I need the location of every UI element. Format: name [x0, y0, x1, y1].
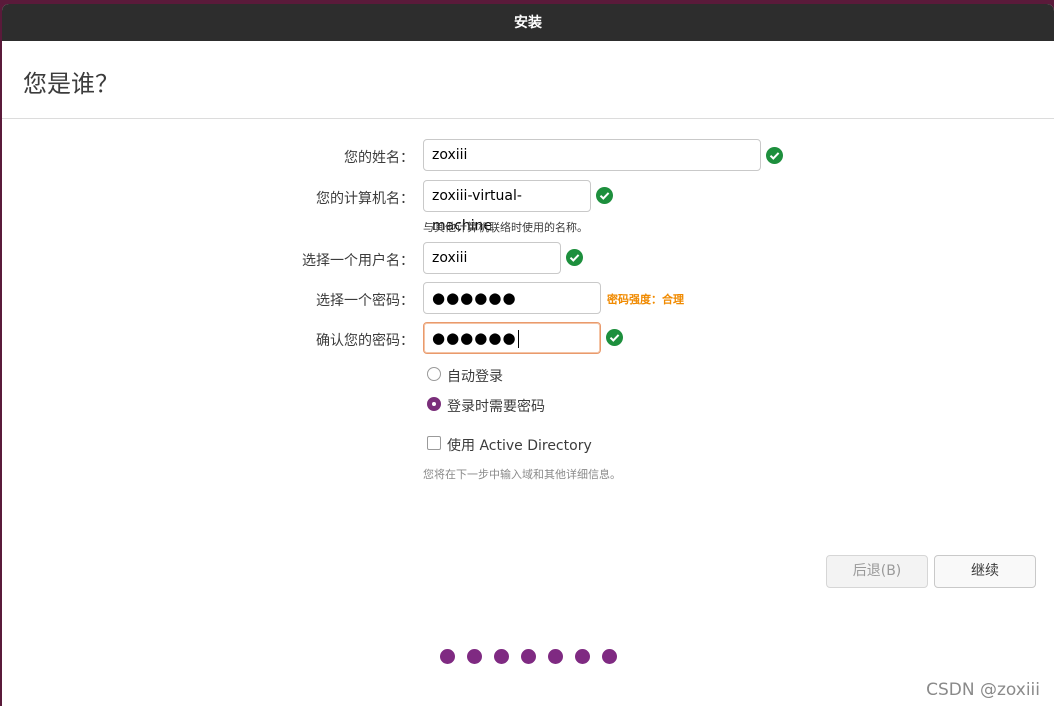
- active-directory-label[interactable]: 使用 Active Directory: [447, 435, 592, 455]
- progress-dot: [467, 649, 482, 664]
- active-directory-hint: 您将在下一步中输入域和其他详细信息。: [423, 468, 621, 481]
- page-title: 您是谁？: [23, 70, 119, 98]
- require-password-label[interactable]: 登录时需要密码: [447, 396, 545, 416]
- name-valid-icon: [766, 147, 783, 164]
- computer-name-input[interactable]: zoxiii-virtual-machine: [423, 180, 591, 234]
- continue-button[interactable]: 继续: [934, 555, 1036, 588]
- name-input[interactable]: zoxiii: [423, 139, 761, 171]
- username-input[interactable]: zoxiii: [423, 242, 561, 274]
- username-valid-icon: [566, 249, 583, 266]
- password-strength: 密码强度：合理: [607, 293, 684, 306]
- progress-dot: [575, 649, 590, 664]
- installer-window: 安装 您是谁？ 您的姓名： zoxiii 您的计算机名： zoxiii-virt…: [2, 4, 1054, 706]
- computer-name-label: 您的计算机名：: [316, 191, 414, 207]
- back-button[interactable]: 后退(B): [826, 555, 928, 588]
- require-password-radio[interactable]: [427, 397, 441, 411]
- progress-dot: [494, 649, 509, 664]
- confirm-password-label: 确认您的密码：: [316, 333, 414, 349]
- text-caret: [517, 329, 519, 348]
- auto-login-label[interactable]: 自动登录: [447, 366, 503, 386]
- active-directory-checkbox[interactable]: [427, 436, 441, 450]
- confirm-password-input[interactable]: ●●●●●●: [423, 322, 601, 354]
- password-input[interactable]: ●●●●●●: [423, 282, 601, 314]
- confirm-password-mask: ●●●●●●: [432, 329, 517, 347]
- auto-login-radio[interactable]: [427, 367, 441, 381]
- progress-dot: [521, 649, 536, 664]
- password-mask: ●●●●●●: [432, 289, 517, 307]
- progress-dot: [548, 649, 563, 664]
- username-label: 选择一个用户名：: [302, 253, 414, 269]
- header-divider: [2, 118, 1054, 119]
- progress-dot: [440, 649, 455, 664]
- computer-name-hint: 与其他计算机联络时使用的名称。: [423, 221, 588, 234]
- window-title: 安装: [2, 4, 1054, 41]
- computer-name-valid-icon: [596, 187, 613, 204]
- name-label: 您的姓名：: [344, 150, 414, 166]
- password-label: 选择一个密码：: [316, 293, 414, 309]
- watermark: CSDN @zoxiii: [926, 680, 1040, 700]
- confirm-password-valid-icon: [606, 329, 623, 346]
- progress-dot: [602, 649, 617, 664]
